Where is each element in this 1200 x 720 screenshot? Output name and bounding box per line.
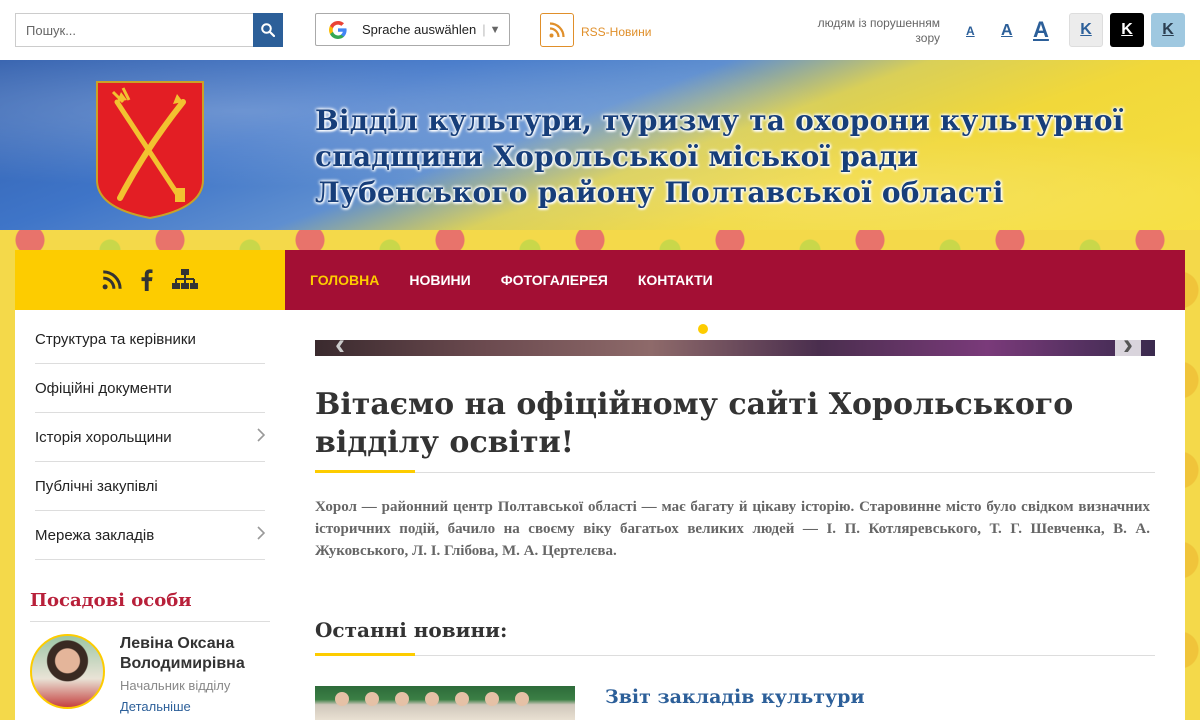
search-input[interactable] bbox=[15, 13, 253, 47]
sidebar-item-label: Публічні закупівлі bbox=[35, 477, 158, 495]
sidebar: Структура та керівники Офіційні документ… bbox=[15, 310, 285, 720]
header-banner: Відділ культури, туризму та охорони куль… bbox=[0, 60, 1200, 230]
sidebar-item-structure[interactable]: Структура та керівники bbox=[35, 315, 265, 364]
font-size-small-button[interactable]: A bbox=[966, 24, 975, 38]
font-size-medium-button[interactable]: A bbox=[1001, 22, 1013, 40]
divider-accent bbox=[315, 653, 415, 656]
facebook-icon[interactable] bbox=[140, 269, 154, 291]
welcome-heading: Вітаємо на офіційному сайті Хорольського… bbox=[315, 387, 1074, 460]
news-title-link[interactable]: Звіт закладів культури bbox=[605, 686, 865, 708]
google-icon bbox=[329, 20, 347, 39]
contrast-black-button[interactable]: K bbox=[1110, 13, 1144, 47]
sidebar-item-documents[interactable]: Офіційні документи bbox=[35, 364, 265, 413]
search-button[interactable] bbox=[253, 13, 283, 47]
nav-item-news[interactable]: Новини bbox=[409, 272, 470, 288]
slider-prev-icon[interactable]: ‹ bbox=[335, 328, 345, 362]
coat-of-arms-icon[interactable] bbox=[95, 80, 205, 220]
search-form bbox=[15, 13, 283, 47]
official-more-link[interactable]: Детальніше bbox=[120, 699, 270, 714]
sidebar-item-label: Офіційні документи bbox=[35, 379, 172, 397]
top-bar: Sprache auswählen | ▼ RSS-Новини людям і… bbox=[0, 0, 1200, 60]
image-slider[interactable] bbox=[315, 340, 1155, 356]
sidebar-item-label: Структура та керівники bbox=[35, 330, 196, 348]
nav-item-gallery[interactable]: Фотогалерея bbox=[501, 272, 608, 288]
language-select[interactable]: Sprache auswählen | ▼ bbox=[315, 13, 510, 46]
sidebar-item-institutions[interactable]: Мережа закладів bbox=[35, 511, 266, 560]
contrast-default-button[interactable]: K bbox=[1069, 13, 1103, 47]
nav-item-home[interactable]: Головна bbox=[310, 272, 379, 288]
official-name: Левіна Оксана Володимирівна bbox=[120, 635, 245, 672]
sidebar-menu: Структура та керівники Офіційні документ… bbox=[35, 315, 266, 560]
slider-dot[interactable] bbox=[698, 324, 708, 334]
rss-link[interactable]: RSS-Новини bbox=[581, 25, 651, 39]
rss-icon bbox=[549, 22, 565, 38]
sidebar-item-label: Мережа закладів bbox=[35, 526, 155, 544]
font-size-large-button[interactable]: A bbox=[1033, 17, 1049, 43]
dropdown-arrow-icon: ▼ bbox=[489, 23, 501, 36]
main-nav: Головна Новини Фотогалерея Контакти bbox=[285, 250, 1185, 310]
official-card: Левіна Оксана Володимирівна Начальник ві… bbox=[30, 634, 270, 714]
main-content: Головна Новини Фотогалерея Контакти ‹ › … bbox=[285, 250, 1185, 720]
contrast-blue-button[interactable]: K bbox=[1151, 13, 1185, 47]
officials-heading: Посадові особи bbox=[30, 590, 270, 622]
slider-next-icon[interactable]: › bbox=[1115, 328, 1141, 362]
divider bbox=[315, 655, 1155, 656]
sidebar-item-history[interactable]: Історія хорольщини bbox=[35, 413, 266, 462]
accessibility-label: людям із порушенням зору bbox=[817, 16, 940, 45]
official-info: Левіна Оксана Володимирівна Начальник ві… bbox=[120, 634, 270, 714]
intro-text: Хорол — районний центр Полтавської облас… bbox=[315, 499, 1150, 559]
avatar bbox=[30, 634, 105, 709]
search-icon bbox=[261, 23, 275, 37]
divider-accent bbox=[315, 470, 415, 473]
news-thumbnail[interactable] bbox=[315, 686, 575, 720]
site-title: Відділ культури, туризму та охорони куль… bbox=[315, 104, 1124, 209]
official-role: Начальник відділу bbox=[120, 678, 231, 693]
sidebar-item-label: Історія хорольщини bbox=[35, 428, 172, 446]
rss-button[interactable] bbox=[540, 13, 574, 47]
news-heading: Останні новини: bbox=[315, 618, 508, 642]
sidebar-item-procurement[interactable]: Публічні закупівлі bbox=[35, 462, 265, 511]
social-bar bbox=[15, 250, 285, 310]
language-select-label: Sprache auswählen bbox=[362, 22, 477, 37]
divider bbox=[315, 472, 1155, 473]
nav-item-contacts[interactable]: Контакти bbox=[638, 272, 713, 288]
chevron-right-icon bbox=[257, 525, 266, 545]
chevron-right-icon bbox=[257, 427, 266, 447]
sitemap-icon[interactable] bbox=[172, 269, 198, 291]
divider: | bbox=[482, 22, 486, 37]
rss-icon[interactable] bbox=[102, 270, 122, 290]
